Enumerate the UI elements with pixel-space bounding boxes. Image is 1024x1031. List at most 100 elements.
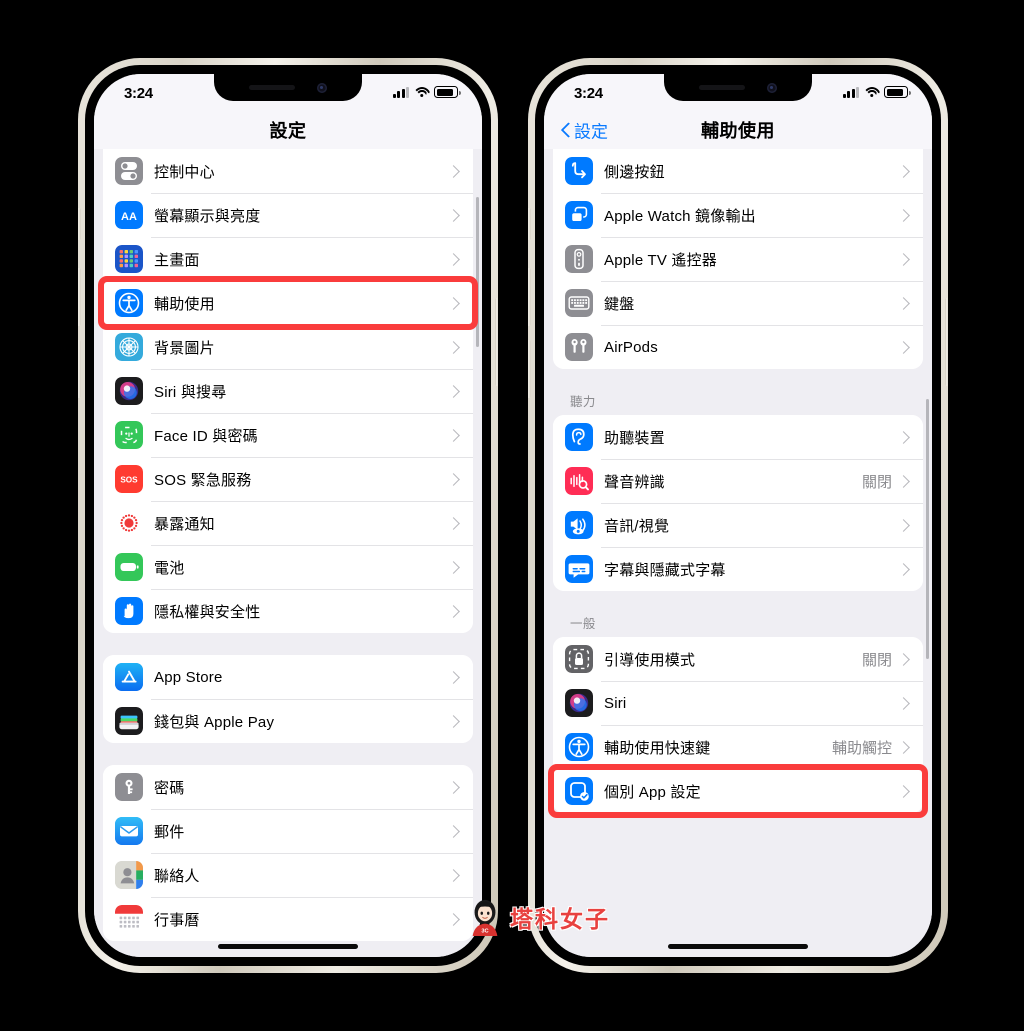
- home-indicator[interactable]: [668, 944, 808, 949]
- list-item[interactable]: 控制中心: [103, 149, 473, 193]
- chevron-right-icon: [447, 340, 460, 354]
- volume-up-button[interactable]: [528, 268, 531, 326]
- watermark: 3C 塔科女子: [466, 898, 610, 936]
- list-item[interactable]: AA 螢幕顯示與亮度: [103, 193, 473, 237]
- list-item-label: 鍵盤: [604, 295, 635, 313]
- scrollbar[interactable]: [926, 399, 929, 659]
- list-item[interactable]: SOS SOS 緊急服務: [103, 457, 473, 501]
- list-item-label: 個別 App 設定: [604, 783, 701, 801]
- control-center-icon: [115, 157, 143, 185]
- list-item[interactable]: 鍵盤: [553, 281, 923, 325]
- keyboard-icon: [565, 289, 593, 317]
- list-item-label: 引導使用模式: [604, 651, 696, 669]
- list-item-label: 聲音辨識: [604, 473, 665, 491]
- chevron-right-icon: [897, 474, 910, 488]
- airpods-icon: [565, 333, 593, 361]
- calendar-icon: [115, 905, 143, 933]
- back-button[interactable]: 設定: [561, 118, 608, 143]
- power-button[interactable]: [945, 298, 948, 386]
- mute-switch[interactable]: [78, 208, 81, 240]
- mail-icon: [115, 817, 143, 845]
- battery-icon: [434, 86, 461, 98]
- list-item[interactable]: 錢包與 Apple Pay: [103, 699, 473, 743]
- volume-up-button[interactable]: [78, 268, 81, 326]
- chevron-right-icon: [447, 164, 460, 178]
- settings-group: 密碼 郵件 聯絡人 行事曆: [103, 765, 473, 941]
- notch: [214, 74, 362, 101]
- left-nav-bar: 設定: [94, 111, 482, 149]
- wallpaper-icon: [115, 333, 143, 361]
- list-item[interactable]: 輔助使用快速鍵 輔助觸控: [553, 725, 923, 769]
- chevron-right-icon: [447, 714, 460, 728]
- siri-icon: [115, 377, 143, 405]
- list-item-label: 螢幕顯示與亮度: [154, 207, 261, 225]
- list-item[interactable]: 密碼: [103, 765, 473, 809]
- mute-switch[interactable]: [528, 208, 531, 240]
- home-indicator[interactable]: [218, 944, 358, 949]
- watermark-avatar-icon: 3C: [466, 898, 504, 936]
- list-item[interactable]: 聯絡人: [103, 853, 473, 897]
- list-item[interactable]: 音訊/視覺: [553, 503, 923, 547]
- list-item[interactable]: 助聽裝置: [553, 415, 923, 459]
- list-item[interactable]: AirPods: [553, 325, 923, 369]
- chevron-right-icon: [897, 518, 910, 532]
- list-item-label: 行事曆: [154, 911, 200, 929]
- chevron-right-icon: [447, 428, 460, 442]
- battery-icon: [884, 86, 911, 98]
- list-item[interactable]: 暴露通知: [103, 501, 473, 545]
- hearing-devices-icon: [565, 423, 593, 451]
- section-header: 一般: [570, 617, 596, 631]
- list-item-label: 字幕與隱藏式字幕: [604, 561, 726, 579]
- list-item[interactable]: 引導使用模式 關閉: [553, 637, 923, 681]
- signal-icon: [842, 86, 859, 98]
- right-accessibility-list[interactable]: 側邊按鈕 Apple Watch 鏡像輸出 Apple TV 遙控器 鍵盤 Ai…: [544, 149, 932, 957]
- settings-group: 助聽裝置 聲音辨識 關閉 音訊/視覺 字幕與隱藏式字幕: [553, 415, 923, 591]
- apple-tv-remote-icon: [565, 245, 593, 273]
- list-item[interactable]: Siri 與搜尋: [103, 369, 473, 413]
- list-item[interactable]: 主畫面: [103, 237, 473, 281]
- left-settings-list[interactable]: 控制中心 AA 螢幕顯示與亮度 主畫面 輔助使用 背景圖片 Siri 與搜尋 F…: [94, 149, 482, 957]
- list-item[interactable]: 郵件: [103, 809, 473, 853]
- list-item[interactable]: App Store: [103, 655, 473, 699]
- list-item[interactable]: 行事曆: [103, 897, 473, 941]
- list-item[interactable]: Face ID 與密碼: [103, 413, 473, 457]
- list-item-label: Apple TV 遙控器: [604, 251, 717, 269]
- volume-down-button[interactable]: [528, 340, 531, 398]
- power-button[interactable]: [495, 298, 498, 386]
- list-item[interactable]: 電池: [103, 545, 473, 589]
- list-item[interactable]: 輔助使用: [103, 281, 473, 325]
- list-item-label: App Store: [154, 668, 223, 686]
- front-camera-icon: [767, 82, 777, 93]
- siri-icon: [565, 689, 593, 717]
- list-item[interactable]: 聲音辨識 關閉: [553, 459, 923, 503]
- chevron-right-icon: [447, 296, 460, 310]
- list-item[interactable]: 個別 App 設定: [553, 769, 923, 813]
- chevron-right-icon: [897, 164, 910, 178]
- list-item[interactable]: Siri: [553, 681, 923, 725]
- list-item[interactable]: 背景圖片: [103, 325, 473, 369]
- list-item-label: AirPods: [604, 338, 658, 356]
- list-item-label: 側邊按鈕: [604, 163, 665, 181]
- accessibility-icon: [115, 289, 143, 317]
- list-item[interactable]: 字幕與隱藏式字幕: [553, 547, 923, 591]
- list-item-label: Apple Watch 鏡像輸出: [604, 207, 756, 225]
- right-phone-screen: 3:24 設定 輔助使用 側邊按鈕 Apple Watch 鏡像輸出 Apple…: [544, 74, 932, 957]
- list-item[interactable]: 隱私權與安全性: [103, 589, 473, 633]
- chevron-right-icon: [897, 740, 910, 754]
- list-item-label: SOS 緊急服務: [154, 471, 252, 489]
- chevron-right-icon: [447, 824, 460, 838]
- list-item-label: Siri 與搜尋: [154, 383, 227, 401]
- signal-icon: [392, 86, 409, 98]
- list-item[interactable]: 側邊按鈕: [553, 149, 923, 193]
- chevron-right-icon: [447, 472, 460, 486]
- chevron-right-icon: [447, 252, 460, 266]
- scrollbar[interactable]: [476, 197, 479, 347]
- list-item-label: 音訊/視覺: [604, 517, 670, 535]
- per-app-settings-icon: [565, 777, 593, 805]
- list-item[interactable]: Apple TV 遙控器: [553, 237, 923, 281]
- volume-down-button[interactable]: [78, 340, 81, 398]
- list-item[interactable]: Apple Watch 鏡像輸出: [553, 193, 923, 237]
- wallet-icon: [115, 707, 143, 735]
- settings-group: 引導使用模式 關閉 Siri 輔助使用快速鍵 輔助觸控 個別 App 設定: [553, 637, 923, 813]
